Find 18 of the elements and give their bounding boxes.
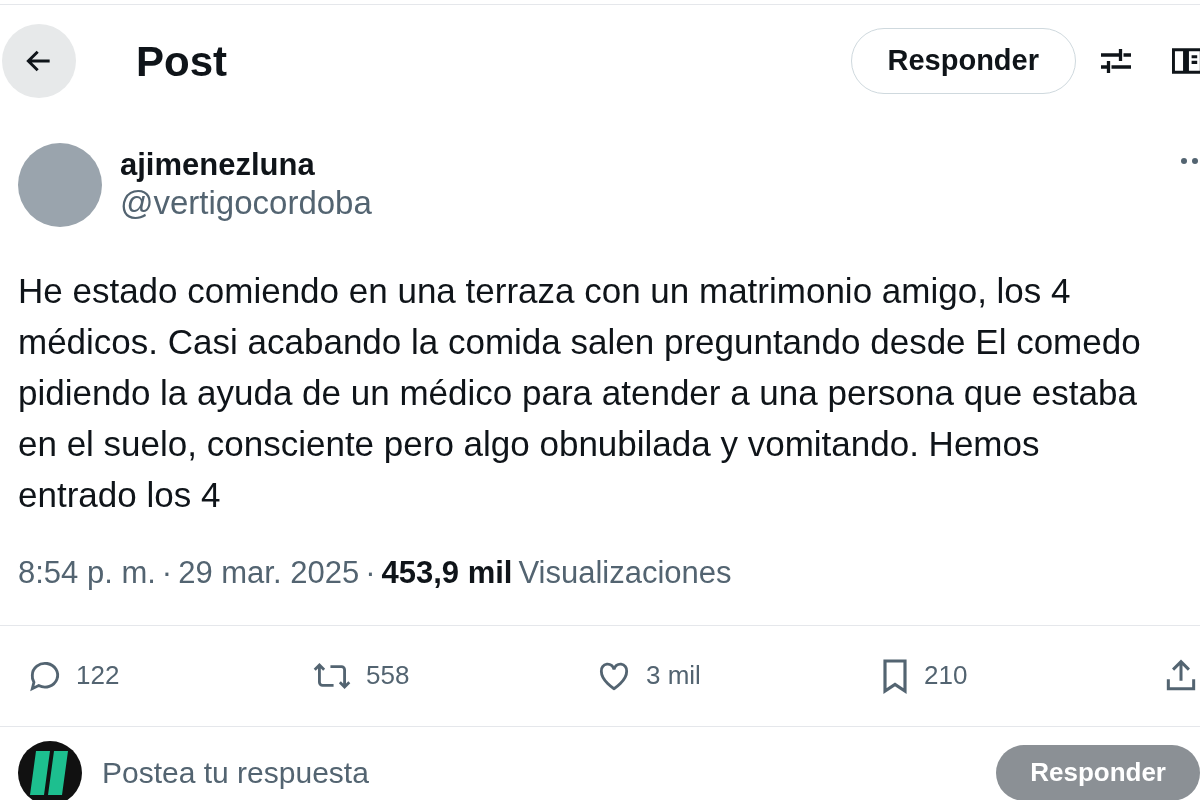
author-name[interactable]: ajimenezluna [120,147,372,183]
reply-action-button[interactable]: 122 [26,656,310,695]
separator-dot: · [365,554,376,592]
page-title: Post [136,36,227,87]
separator-dot: · [161,554,173,592]
view-count: 453,9 mil [381,554,513,592]
post-text: He estado comiendo en una terraza con un matrimonio amigo, los 4 médicos. Casi acabando la comida salen preguntando desde El comedo pidiendo la ayuda de un médico para atender a una persona que estaba en el suelo, consciente pero algo obnubilada y vomitando. Hemos entrado los 4 [17,270,1142,516]
bookmark-action-button[interactable]: 210 [878,655,1162,696]
repost-action-button[interactable]: 558 [310,656,594,695]
logo-avatar-icon [18,740,82,800]
reply-input-field[interactable]: Postea tu respuesta [102,750,997,795]
post-date[interactable]: 29 mar. 2025 [178,550,360,597]
more-options-icon[interactable] [1180,157,1200,165]
views-label: Visualizaciones [518,554,732,592]
reply-submit-button[interactable]: Responder [996,744,1200,800]
post-time[interactable]: 8:54 p. m. [18,550,156,597]
like-action-button[interactable]: 3 mil [594,656,878,695]
author-handle[interactable]: @vertigocordoba [120,183,372,223]
